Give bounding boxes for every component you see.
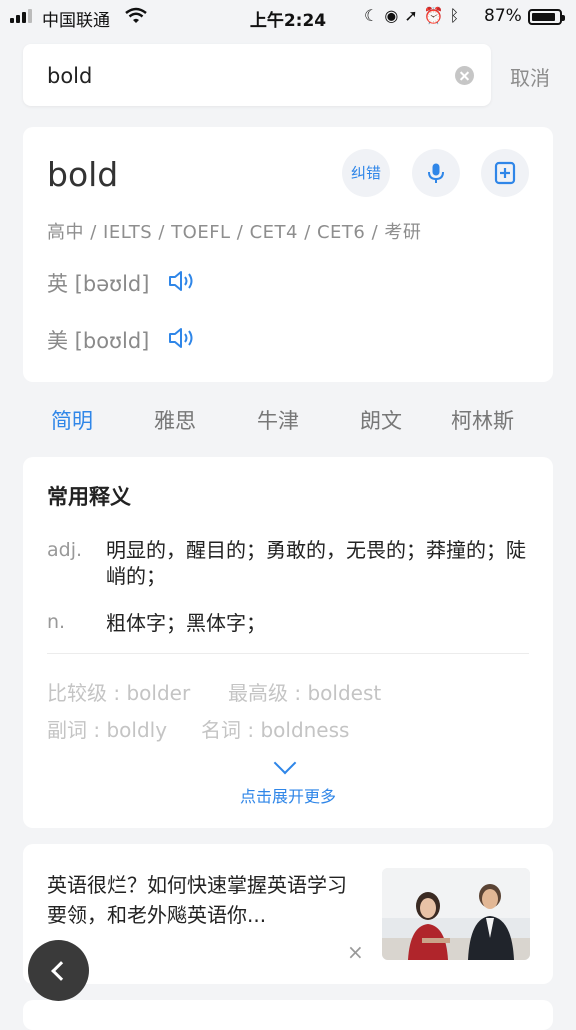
add-icon — [494, 161, 516, 185]
mic-button[interactable] — [412, 149, 460, 197]
add-wordbook-button[interactable] — [481, 149, 529, 197]
battery-percent: 87% — [484, 6, 522, 26]
adverb-form: 副词 : boldly — [47, 718, 168, 742]
speaker-icon-uk[interactable] — [167, 268, 197, 294]
definition-meaning: 粗体字；黑体字； — [106, 611, 266, 635]
battery-fill — [532, 13, 555, 21]
exam-levels: 高中 / IELTS / TOEFL / CET4 / CET6 / 考研 — [47, 222, 422, 243]
definition-meaning: 明显的，醒目的；勇敢的，无畏的；莽撞的；陡峭的； — [106, 538, 526, 588]
divider — [47, 653, 529, 654]
chevron-down-icon[interactable] — [273, 751, 297, 775]
status-icons: ☾◉➚⏰ᛒ — [364, 6, 465, 25]
tab-ielts[interactable]: 雅思 — [154, 405, 196, 435]
moon-icon: ☾ — [364, 6, 385, 25]
battery-icon — [528, 9, 565, 25]
clear-icon[interactable] — [455, 66, 474, 85]
definition-title: 常用释义 — [47, 485, 131, 509]
expand-more-link[interactable]: 点击展开更多 — [23, 783, 553, 807]
search-box[interactable] — [23, 44, 491, 106]
pronunciation-uk: 英 [bəʊld] — [47, 272, 150, 296]
definition-card: 常用释义 adj. 明显的，醒目的；勇敢的，无畏的；莽撞的；陡峭的； n. 粗体… — [23, 457, 553, 828]
ad-text[interactable]: 英语很烂？如何快速掌握英语学习要领，和老外飚英语你... — [47, 870, 363, 930]
search-input[interactable] — [45, 58, 449, 94]
status-bar: 中国联通 上午2:24 ☾◉➚⏰ᛒ 87% — [0, 0, 576, 34]
next-card — [23, 1000, 553, 1030]
alarm-icon: ⏰ — [423, 6, 450, 25]
cancel-button[interactable]: 取消 — [510, 62, 550, 91]
mic-icon — [428, 163, 444, 183]
pronunciation-us: 美 [boʊld] — [47, 329, 150, 353]
ad-image[interactable] — [382, 868, 530, 960]
tab-collins[interactable]: 柯林斯 — [451, 405, 514, 435]
ad-close-icon[interactable]: × — [347, 940, 364, 964]
noun-form: 名词 : boldness — [201, 718, 350, 742]
location-icon: ➚ — [404, 6, 424, 25]
tab-longman[interactable]: 朗文 — [360, 405, 402, 435]
pos-label: adj. — [47, 539, 83, 561]
rotation-lock-icon: ◉ — [384, 6, 405, 25]
word-title: bold — [47, 155, 119, 194]
pos-label: n. — [47, 611, 66, 633]
comparative-form: 比较级 : bolder — [47, 681, 191, 705]
word-card: bold 纠错 高中 / IELTS / TOEFL / CET4 / CET6… — [23, 127, 553, 382]
tab-concise[interactable]: 简明 — [51, 405, 93, 435]
superlative-form: 最高级 : boldest — [228, 681, 382, 705]
speaker-icon-us[interactable] — [167, 325, 197, 351]
ad-card[interactable]: 英语很烂？如何快速掌握英语学习要领，和老外飚英语你... × — [23, 844, 553, 984]
bluetooth-icon: ᛒ — [449, 6, 466, 25]
tab-oxford[interactable]: 牛津 — [257, 405, 299, 435]
correct-button[interactable]: 纠错 — [342, 149, 390, 197]
back-button[interactable] — [28, 940, 89, 1001]
